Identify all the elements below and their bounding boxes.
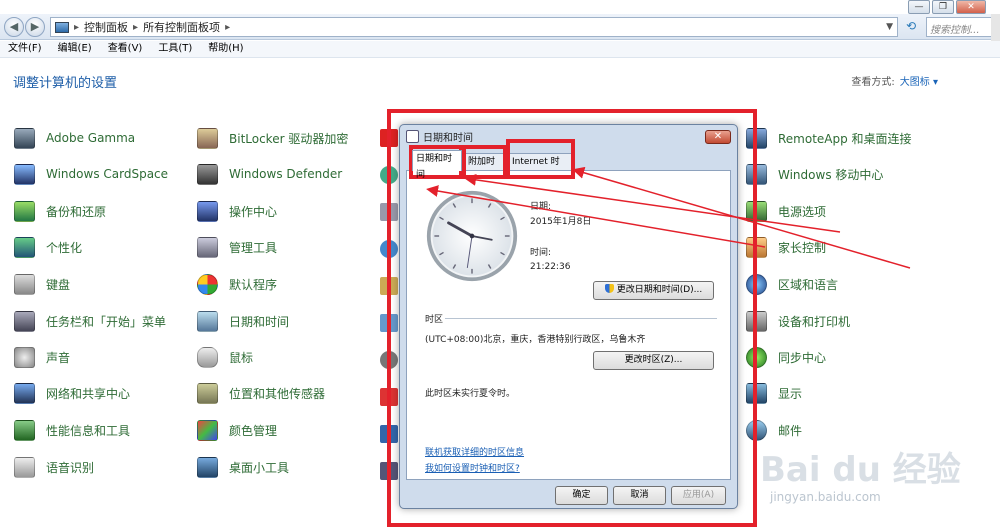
watermark-url: jingyan.baidu.com <box>770 490 881 504</box>
tab-date-time[interactable]: 日期和时间 <box>412 150 462 180</box>
baidu-watermark: Bai du 经验 <box>760 450 961 490</box>
